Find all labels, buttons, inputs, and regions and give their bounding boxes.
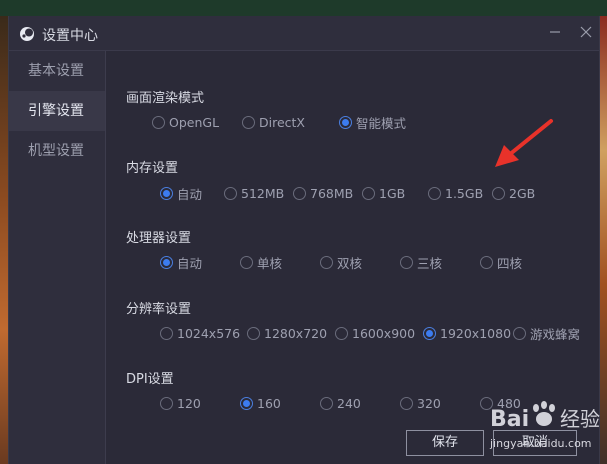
resolution-option-1280x720[interactable]: 1280x720 <box>247 324 327 342</box>
resolution-option-1600x900[interactable]: 1600x900 <box>335 324 415 342</box>
cpu-title: 处理器设置 <box>126 231 192 246</box>
minimize-icon <box>550 31 560 33</box>
memory-option-auto[interactable]: 自动 <box>160 184 202 202</box>
radio-icon <box>240 255 253 269</box>
radio-icon <box>247 326 260 340</box>
radio-icon <box>480 396 493 410</box>
radio-icon <box>480 255 493 269</box>
radio-icon <box>513 326 526 340</box>
radio-icon <box>492 186 505 200</box>
radio-icon <box>428 186 441 200</box>
cpu-option-dual[interactable]: 双核 <box>320 253 362 271</box>
resolution-option-game-hive[interactable]: 游戏蜂窝 <box>513 324 580 342</box>
radio-selected-icon <box>160 186 173 200</box>
render-option-opengl[interactable]: OpenGL <box>152 113 219 131</box>
minimize-button[interactable] <box>544 22 566 44</box>
resolution-title: 分辨率设置 <box>126 302 192 317</box>
dpi-option-120[interactable]: 120 <box>160 394 201 412</box>
radio-icon <box>160 396 173 410</box>
radio-icon <box>335 326 348 340</box>
render-mode-title: 画面渲染模式 <box>126 91 205 106</box>
background-app-left <box>0 16 8 464</box>
dpi-option-480[interactable]: 480 <box>480 394 521 412</box>
radio-icon <box>320 396 333 410</box>
radio-icon <box>362 186 375 200</box>
radio-icon <box>400 255 413 269</box>
dpi-option-160[interactable]: 160 <box>240 394 281 412</box>
window-title: 设置中心 <box>42 28 98 44</box>
radio-icon <box>242 115 255 129</box>
memory-option-1-5gb[interactable]: 1.5GB <box>428 184 483 202</box>
memory-option-768mb[interactable]: 768MB <box>293 184 353 202</box>
sidebar-item-engine[interactable]: 引擎设置 <box>9 91 105 131</box>
radio-selected-icon <box>339 115 352 129</box>
cpu-option-triple[interactable]: 三核 <box>400 253 442 271</box>
close-icon <box>580 26 592 38</box>
memory-option-2gb[interactable]: 2GB <box>492 184 535 202</box>
background-app-strip <box>0 0 607 16</box>
radio-icon <box>224 186 237 200</box>
cpu-option-auto[interactable]: 自动 <box>160 253 202 271</box>
radio-icon <box>293 186 306 200</box>
memory-option-1gb[interactable]: 1GB <box>362 184 405 202</box>
resolution-option-1920x1080[interactable]: 1920x1080 <box>423 324 511 342</box>
radio-selected-icon <box>423 326 436 340</box>
memory-option-512mb[interactable]: 512MB <box>224 184 284 202</box>
radio-icon <box>320 255 333 269</box>
radio-icon <box>152 115 165 129</box>
settings-window: 设置中心 基本设置 引擎设置 机型设置 画面渲染模式 OpenGL Direct… <box>8 16 600 464</box>
render-option-directx[interactable]: DirectX <box>242 113 305 131</box>
sidebar-item-device[interactable]: 机型设置 <box>9 131 105 171</box>
resolution-option-1024x576[interactable]: 1024x576 <box>160 324 240 342</box>
sidebar-item-basic[interactable]: 基本设置 <box>9 51 105 91</box>
radio-icon <box>160 326 173 340</box>
cpu-option-single[interactable]: 单核 <box>240 253 282 271</box>
save-button[interactable]: 保存 <box>406 430 484 456</box>
close-button[interactable] <box>575 22 597 44</box>
sidebar: 基本设置 引擎设置 机型设置 <box>9 51 106 464</box>
cpu-option-quad[interactable]: 四核 <box>480 253 522 271</box>
dpi-title: DPI设置 <box>126 372 174 387</box>
render-option-smart[interactable]: 智能模式 <box>339 113 406 131</box>
engine-settings-panel: 画面渲染模式 OpenGL DirectX 智能模式 内存设置 自动 512MB… <box>106 51 599 464</box>
dpi-option-240[interactable]: 240 <box>320 394 361 412</box>
dpi-option-320[interactable]: 320 <box>400 394 441 412</box>
watermark-url: jingyan.baidu.com <box>490 437 592 450</box>
app-logo-icon <box>20 27 34 41</box>
memory-title: 内存设置 <box>126 161 179 176</box>
radio-icon <box>400 396 413 410</box>
radio-selected-icon <box>160 255 173 269</box>
title-bar: 设置中心 <box>9 16 599 51</box>
radio-selected-icon <box>240 396 253 410</box>
